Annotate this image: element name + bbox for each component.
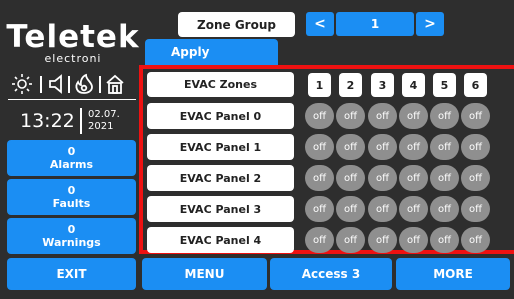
zone-number-6: 6 — [464, 73, 487, 97]
alarms-label: Alarms — [49, 158, 94, 171]
zone-state-cell[interactable]: off — [368, 165, 397, 191]
zone-state-cell[interactable]: off — [305, 196, 334, 222]
zone-state-cell[interactable]: off — [305, 227, 334, 253]
zone-state-cell[interactable]: off — [305, 134, 334, 160]
clock-date-day: 02.07. — [88, 109, 120, 120]
zone-number-3: 3 — [371, 73, 394, 97]
warnings-label: Warnings — [42, 236, 101, 249]
zone-number-4: 4 — [402, 73, 425, 97]
faults-button[interactable]: 0 Faults — [7, 179, 136, 215]
next-page-button[interactable]: > — [416, 12, 444, 36]
logo-title: Teletek — [6, 19, 140, 55]
status-divider — [8, 99, 136, 100]
alarms-button[interactable]: 0 Alarms — [7, 140, 136, 176]
zone-state-cell[interactable]: off — [399, 103, 428, 129]
zone-state-cell[interactable]: off — [368, 103, 397, 129]
zone-state-cell[interactable]: off — [336, 103, 365, 129]
zone-state-cell[interactable]: off — [305, 103, 334, 129]
panel-row-label: EVAC Panel 3 — [147, 196, 294, 222]
zone-state-cell[interactable]: off — [461, 134, 490, 160]
zone-state-cell[interactable]: off — [461, 196, 490, 222]
panel-row-label: EVAC Panel 2 — [147, 165, 294, 191]
access-level-button[interactable]: Access 3 — [270, 258, 392, 290]
page-number: 1 — [336, 12, 414, 36]
warnings-count: 0 — [67, 223, 76, 236]
warnings-button[interactable]: 0 Warnings — [7, 218, 136, 254]
zone-state-cell[interactable]: off — [336, 227, 365, 253]
previous-page-button[interactable]: < — [306, 12, 334, 36]
zone-state-cell[interactable]: off — [399, 165, 428, 191]
alarms-count: 0 — [67, 145, 76, 158]
zone-number-5: 5 — [433, 73, 456, 97]
zone-number-2: 2 — [339, 73, 362, 97]
logo-subtitle: electroni — [44, 52, 102, 65]
zone-state-cell[interactable]: off — [430, 103, 459, 129]
home-icon — [106, 74, 124, 94]
zone-state-cell[interactable]: off — [461, 227, 490, 253]
exit-button[interactable]: EXIT — [7, 258, 136, 290]
sun-icon — [12, 74, 32, 94]
zone-state-cell[interactable]: off — [399, 227, 428, 253]
zone-state-cell[interactable]: off — [461, 103, 490, 129]
evac-zones-header: EVAC Zones — [147, 72, 294, 97]
zone-number-1: 1 — [308, 73, 331, 97]
zone-state-cell[interactable]: off — [399, 134, 428, 160]
zone-state-cell[interactable]: off — [430, 165, 459, 191]
panel-row-label: EVAC Panel 1 — [147, 134, 294, 160]
zone-state-cell[interactable]: off — [461, 165, 490, 191]
menu-button[interactable]: MENU — [142, 258, 267, 290]
apply-button[interactable]: Apply — [145, 39, 278, 65]
fire-icon — [75, 73, 93, 94]
zone-group-button[interactable]: Zone Group — [178, 12, 295, 37]
more-button[interactable]: MORE — [396, 258, 510, 290]
zone-state-cell[interactable]: off — [430, 134, 459, 160]
clock: 13:22 02.07. 2021 — [8, 103, 138, 137]
panel-row-label: EVAC Panel 4 — [147, 227, 294, 253]
faults-count: 0 — [67, 184, 76, 197]
speaker-icon — [49, 74, 62, 94]
zone-state-cell[interactable]: off — [399, 196, 428, 222]
zone-state-cell[interactable]: off — [305, 165, 334, 191]
status-icons — [8, 72, 138, 96]
zone-state-cell[interactable]: off — [368, 227, 397, 253]
teletek-logo: Teletek electroni — [6, 19, 140, 65]
zone-state-cell[interactable]: off — [336, 134, 365, 160]
panel-row-label: EVAC Panel 0 — [147, 103, 294, 129]
clock-date-year: 2021 — [88, 121, 114, 132]
zone-state-cell[interactable]: off — [368, 196, 397, 222]
zone-state-cell[interactable]: off — [336, 196, 365, 222]
zone-state-cell[interactable]: off — [430, 227, 459, 253]
clock-separator — [80, 108, 82, 134]
faults-label: Faults — [52, 197, 91, 210]
clock-time: 13:22 — [20, 110, 75, 132]
zone-state-cell[interactable]: off — [336, 165, 365, 191]
zone-state-cell[interactable]: off — [368, 134, 397, 160]
zone-state-cell[interactable]: off — [430, 196, 459, 222]
